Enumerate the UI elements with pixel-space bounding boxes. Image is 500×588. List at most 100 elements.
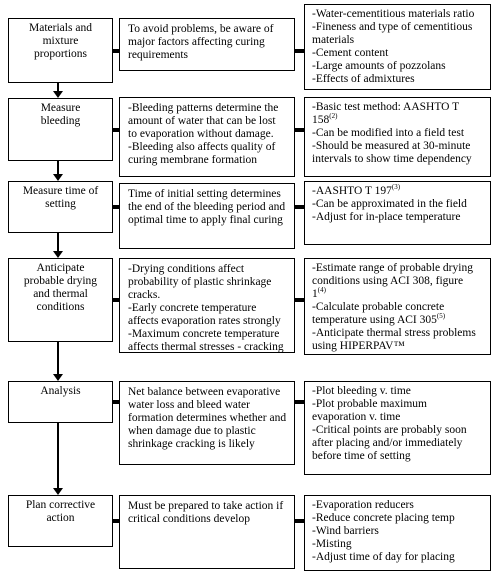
text: temperature using ACI 305 xyxy=(312,314,437,326)
text: curing membrane formation xyxy=(128,154,258,166)
details-line: -Cement content xyxy=(312,47,486,60)
arrow-down-icon xyxy=(53,251,63,258)
connector xyxy=(295,127,304,132)
connector xyxy=(113,127,119,132)
step-line: probable drying xyxy=(13,275,108,288)
details-line: -Misting xyxy=(312,538,486,551)
purpose-box: Time of initial setting determines the en… xyxy=(119,183,295,249)
purpose-line: cracks. xyxy=(128,289,288,302)
text: -Critical points are probably soon xyxy=(312,424,467,436)
text: -Anticipate thermal stress problems xyxy=(312,327,476,339)
text: -Should be measured at 30-minute xyxy=(312,140,471,152)
step-line: action xyxy=(13,512,108,525)
step-line: Anticipate xyxy=(13,262,108,275)
text: -Cement content xyxy=(312,47,389,59)
purpose-line: Time of initial setting determines xyxy=(128,188,288,201)
details-box: -Evaporation reducers -Reduce concrete pl… xyxy=(304,495,491,571)
text: -Evaporation reducers xyxy=(312,499,414,511)
connector xyxy=(295,298,304,302)
text: Analysis xyxy=(40,385,81,397)
purpose-line: shrinkage cracking is likely xyxy=(128,438,288,451)
purpose-line: To avoid problems, be aware of xyxy=(128,23,288,36)
purpose-box: -Bleeding patterns determine the amount o… xyxy=(119,97,295,177)
purpose-line: probability of plastic shrinkage xyxy=(128,276,288,289)
step-line: Plan corrective xyxy=(13,499,108,512)
text: before time of setting xyxy=(312,450,411,462)
text: critical conditions develop xyxy=(128,513,250,525)
connector xyxy=(295,205,304,209)
text: -Calculate probable concrete xyxy=(312,301,445,313)
text: affects evaporation rates strongly xyxy=(128,315,281,327)
purpose-line: critical conditions develop xyxy=(128,513,288,526)
text: intervals to show time dependency xyxy=(312,153,472,165)
text: -Adjust for in-place temperature xyxy=(312,211,461,223)
details-line: conditions using ACI 308, figure xyxy=(312,275,486,288)
text: Materials and xyxy=(29,22,92,34)
step-line: Materials and xyxy=(13,22,108,35)
step-box: Plan corrective action xyxy=(8,495,113,547)
arrow-shaft xyxy=(57,342,59,375)
details-line: -Large amounts of pozzolans xyxy=(312,60,486,73)
purpose-line: Must be prepared to take action if xyxy=(128,500,288,513)
details-line: -Plot bleeding v. time xyxy=(312,385,486,398)
text: Net balance between evaporative xyxy=(128,386,281,398)
text: Must be prepared to take action if xyxy=(128,500,284,512)
step-box: Materials and mixture proportions xyxy=(8,18,113,83)
purpose-box: Must be prepared to take action if critic… xyxy=(119,495,295,569)
details-line: -Plot probable maximum xyxy=(312,398,486,411)
text: amount of water that can be lost xyxy=(128,115,276,127)
purpose-line: when damage due to plastic xyxy=(128,425,288,438)
step-line: Measure time of xyxy=(13,185,108,198)
details-box: -Water-cementitious materials ratio -Fine… xyxy=(304,4,491,90)
text: -Bleeding patterns determine the xyxy=(128,102,279,114)
text: -Drying conditions affect xyxy=(128,263,245,275)
arrow-shaft xyxy=(57,233,59,252)
details-line: using HIPERPAV™ xyxy=(312,340,486,353)
details-line: 158(2) xyxy=(312,112,486,127)
footnote-reference: (2) xyxy=(329,112,338,121)
purpose-line: optimal time to apply final curing xyxy=(128,214,288,227)
arrow-down-icon xyxy=(53,174,63,181)
connector xyxy=(113,400,119,404)
purpose-line: formation determines whether and xyxy=(128,412,288,425)
text: formation determines whether and xyxy=(128,412,287,424)
text: materials xyxy=(312,34,355,46)
text: mixture xyxy=(42,35,79,47)
purpose-line: water loss and bleed water xyxy=(128,399,288,412)
step-box: Anticipate probable drying and thermal cond… xyxy=(8,258,113,342)
text: -Misting xyxy=(312,538,352,550)
footnote-reference: (4) xyxy=(317,286,326,295)
connector xyxy=(113,205,119,209)
step-line: Analysis xyxy=(13,385,108,398)
connector xyxy=(113,48,119,53)
purpose-line: -Early concrete temperature xyxy=(128,302,288,315)
details-line: intervals to show time dependency xyxy=(312,153,486,166)
text: conditions xyxy=(36,301,85,313)
details-box: -AASHTO T 197(3) -Can be approximated in … xyxy=(304,181,491,245)
text: conditions using ACI 308, figure xyxy=(312,275,464,287)
text: evaporation v. time xyxy=(312,411,401,423)
text: -Wind barriers xyxy=(312,525,379,537)
purpose-box: Net balance between evaporative water los… xyxy=(119,381,295,465)
text: -Bleeding also affects quality of xyxy=(128,141,276,153)
text: -Reduce concrete placing temp xyxy=(312,512,455,524)
purpose-line: requirements xyxy=(128,49,288,62)
purpose-line: -Drying conditions affect xyxy=(128,263,288,276)
text: requirements xyxy=(128,49,189,61)
step-line: proportions xyxy=(13,48,108,61)
details-line: -Can be modified into a field test xyxy=(312,127,486,140)
step-line: bleeding xyxy=(13,115,108,128)
text: cracks. xyxy=(128,289,161,301)
details-line: -Adjust for in-place temperature xyxy=(312,211,486,224)
text: -Effects of admixtures xyxy=(312,73,415,85)
text: Time of initial setting determines xyxy=(128,188,281,200)
step-line: conditions xyxy=(13,301,108,314)
purpose-line: -Bleeding also affects quality of xyxy=(128,141,288,154)
details-line: -Estimate range of probable drying xyxy=(312,262,486,275)
text: 158 xyxy=(312,114,330,126)
footnote-reference: (5) xyxy=(436,312,446,321)
step-box: Analysis xyxy=(8,381,113,423)
text: Measure xyxy=(40,102,81,114)
details-line: after placing and/or immediately xyxy=(312,437,486,450)
step-box: Measure bleeding xyxy=(8,98,113,161)
